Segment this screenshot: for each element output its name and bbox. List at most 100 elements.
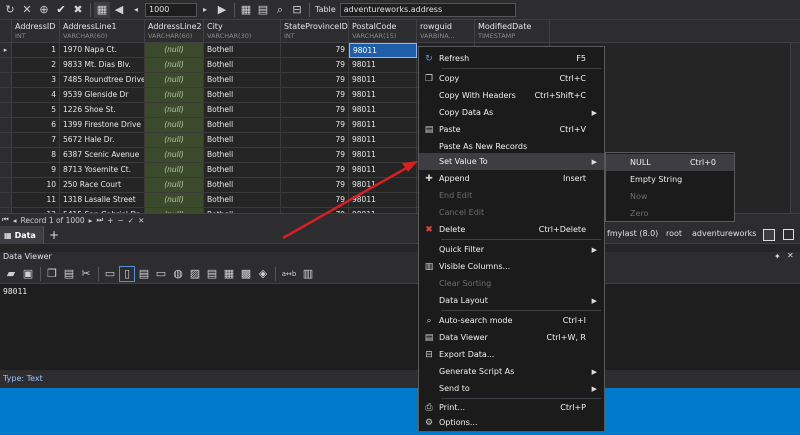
table-cell[interactable]: (null) <box>145 193 204 208</box>
post-record-icon[interactable]: ✓ <box>128 216 134 225</box>
table-cell[interactable]: 1970 Napa Ct. <box>60 43 145 58</box>
menu-item-options[interactable]: ⚙ Options... <box>419 414 604 431</box>
prev-page-icon[interactable]: ◂ <box>128 2 144 18</box>
row-indicator[interactable] <box>0 178 12 193</box>
tab-data[interactable]: ▦ Data <box>0 226 44 244</box>
table-cell[interactable]: 8 <box>12 148 60 163</box>
column-header-addressline2[interactable]: AddressLine2 VARCHAR(60) <box>145 20 204 43</box>
json-view-icon[interactable]: ▦ <box>221 266 237 282</box>
menu-item-copy-data-as[interactable]: Copy Data As ▶ <box>419 104 604 121</box>
table-cell[interactable]: 79 <box>281 88 349 103</box>
row-indicator[interactable] <box>0 163 12 178</box>
table-row[interactable]: 4 9539 Glenside Dr (null) Bothell 79 98011 <box>0 88 800 103</box>
add-record-icon[interactable]: ⊕ <box>36 2 52 18</box>
table-cell[interactable]: Bothell <box>204 148 281 163</box>
table-cell[interactable]: 8713 Yosemite Ct. <box>60 163 145 178</box>
text-view-icon[interactable]: ▭ <box>102 266 118 282</box>
table-cell[interactable]: Bothell <box>204 163 281 178</box>
table-row[interactable]: 2 9833 Mt. Dias Blv. (null) Bothell 79 98011 <box>0 58 800 73</box>
first-record-icon[interactable]: ⏮ <box>2 215 9 225</box>
menu-item-delete[interactable]: ✖ Delete Ctrl+Delete <box>419 221 604 238</box>
menu-item-auto-search[interactable]: ⌕ Auto-search mode Ctrl+I <box>419 312 604 329</box>
delete-record-icon[interactable]: − <box>117 216 123 225</box>
row-indicator[interactable] <box>0 73 12 88</box>
row-indicator[interactable] <box>0 118 12 133</box>
export-icon[interactable]: ⊟ <box>289 2 305 18</box>
column-header-addressline1[interactable]: AddressLine1 VARCHAR(60) <box>60 20 145 43</box>
menu-item-export-data[interactable]: ⊟ Export Data... <box>419 346 604 363</box>
insert-record-icon[interactable]: + <box>107 216 113 225</box>
table-cell[interactable]: 79 <box>281 133 349 148</box>
layout-panel-icon[interactable] <box>763 229 775 241</box>
table-row[interactable]: 3 7485 Roundtree Drive (null) Bothell 79 9801… <box>0 73 800 88</box>
table-cell[interactable]: 98011 <box>349 88 417 103</box>
table-cell[interactable]: 79 <box>281 178 349 193</box>
menu-item-refresh[interactable]: ↻ Refresh F5 <box>419 50 604 67</box>
table-cell[interactable]: 98011 <box>349 148 417 163</box>
image-view-icon[interactable]: ▨ <box>187 266 203 282</box>
table-cell[interactable]: 7 <box>12 133 60 148</box>
table-cell[interactable]: 98011 <box>349 178 417 193</box>
table-cell[interactable]: (null) <box>145 103 204 118</box>
table-cell[interactable]: 5672 Hale Dr. <box>60 133 145 148</box>
table-cell[interactable]: 98011 <box>349 43 417 58</box>
xml-view-icon[interactable]: ▤ <box>204 266 220 282</box>
last-record-icon[interactable]: ⏭ <box>96 215 103 225</box>
cancel-record-icon[interactable]: ✕ <box>138 216 144 225</box>
row-indicator[interactable] <box>0 103 12 118</box>
spatial-view-icon[interactable]: ◈ <box>255 266 271 282</box>
menu-item-generate-script[interactable]: Generate Script As ▶ <box>419 363 604 380</box>
table-row[interactable]: ▸ 1 1970 Napa Ct. (null) Bothell 79 98011 <box>0 43 800 58</box>
table-cell[interactable]: 10 <box>12 178 60 193</box>
table-cell[interactable]: (null) <box>145 73 204 88</box>
table-cell[interactable]: Bothell <box>204 178 281 193</box>
table-cell[interactable]: Bothell <box>204 58 281 73</box>
undo-icon[interactable]: ✕ <box>19 2 35 18</box>
table-cell[interactable]: 7485 Roundtree Drive <box>60 73 145 88</box>
table-cell[interactable]: 11 <box>12 193 60 208</box>
table-cell[interactable]: 1318 Lasalle Street <box>60 193 145 208</box>
open-file-icon[interactable]: ▰ <box>3 266 19 282</box>
next-record-icon[interactable]: ▸ <box>89 216 93 225</box>
menu-item-copy[interactable]: ❐ Copy Ctrl+C <box>419 70 604 87</box>
menu-item-set-value-to[interactable]: Set Value To ▶ <box>419 153 604 170</box>
layout-maximize-icon[interactable] <box>783 229 794 240</box>
table-name-field[interactable]: adventureworks.address <box>339 2 516 17</box>
last-page-icon[interactable]: ▶ <box>214 2 230 18</box>
table-cell[interactable]: 98011 <box>349 103 417 118</box>
column-header-rowguid[interactable]: rowguid VARBINA... <box>417 20 475 43</box>
menu-item-visible-columns[interactable]: ▥ Visible Columns... <box>419 258 604 275</box>
table-cell[interactable]: 9 <box>12 163 60 178</box>
table-cell[interactable]: (null) <box>145 43 204 58</box>
table-cell[interactable]: 1399 Firestone Drive <box>60 118 145 133</box>
submenu-item-null[interactable]: NULL Ctrl+0 <box>606 154 734 171</box>
table-cell[interactable]: (null) <box>145 163 204 178</box>
table-cell[interactable]: 6387 Scenic Avenue <box>60 148 145 163</box>
cancel-edit-icon[interactable]: ✖ <box>70 2 86 18</box>
page-size-select[interactable]: 1000 <box>145 2 197 17</box>
table-cell[interactable]: 98011 <box>349 133 417 148</box>
table-cell[interactable]: 98011 <box>349 193 417 208</box>
pdf-view-icon[interactable]: ▭ <box>153 266 169 282</box>
row-indicator[interactable] <box>0 58 12 73</box>
table-cell[interactable]: 98011 <box>349 73 417 88</box>
table-cell[interactable]: Bothell <box>204 118 281 133</box>
table-cell[interactable]: 79 <box>281 43 349 58</box>
menu-item-paste[interactable]: ▤ Paste Ctrl+V <box>419 121 604 138</box>
table-cell[interactable]: (null) <box>145 148 204 163</box>
table-cell[interactable]: 79 <box>281 193 349 208</box>
table-cell[interactable]: (null) <box>145 58 204 73</box>
table-cell[interactable]: (null) <box>145 133 204 148</box>
row-indicator[interactable] <box>0 88 12 103</box>
menu-item-data-viewer[interactable]: ▤ Data Viewer Ctrl+W, R <box>419 329 604 346</box>
prev-record-icon[interactable]: ◂ <box>13 216 17 225</box>
row-indicator[interactable] <box>0 133 12 148</box>
table-cell[interactable]: 98011 <box>349 163 417 178</box>
menu-item-append[interactable]: ✚ Append Insert <box>419 170 604 187</box>
cut-icon[interactable]: ✂ <box>78 266 94 282</box>
column-header-modifieddate[interactable]: ModifiedDate TIMESTAMP <box>475 20 550 43</box>
close-panel-icon[interactable]: ✕ <box>787 251 794 260</box>
table-row[interactable]: 7 5672 Hale Dr. (null) Bothell 79 98011 <box>0 133 800 148</box>
vertical-scrollbar[interactable] <box>790 43 800 213</box>
menu-item-copy-with-headers[interactable]: Copy With Headers Ctrl+Shift+C <box>419 87 604 104</box>
